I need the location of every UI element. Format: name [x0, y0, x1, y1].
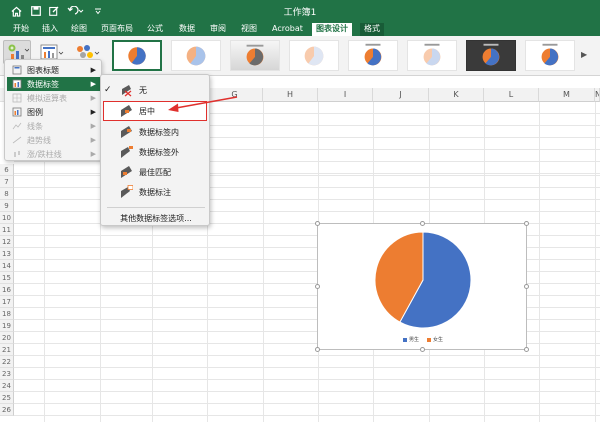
legend-entry: 男生 [402, 336, 419, 343]
resize-handle[interactable] [524, 221, 529, 226]
resize-handle[interactable] [420, 347, 425, 352]
resize-handle[interactable] [315, 347, 320, 352]
resize-handle[interactable] [524, 347, 529, 352]
pie-plot-area[interactable] [318, 224, 528, 334]
resize-handle[interactable] [315, 284, 320, 289]
resize-handle[interactable] [524, 284, 529, 289]
annotation-arrow [168, 96, 238, 112]
legend-entry: 女生 [427, 336, 443, 343]
legend-label: 男生 [408, 337, 419, 343]
resize-handle[interactable] [420, 221, 425, 226]
legend-swatch [427, 337, 431, 342]
resize-handle[interactable] [315, 221, 320, 226]
legend-swatch [402, 337, 407, 342]
pie-chart[interactable]: 男生 女生 [315, 221, 529, 352]
chart-legend[interactable]: 男生 女生 [318, 336, 528, 343]
legend-label: 女生 [433, 337, 444, 343]
